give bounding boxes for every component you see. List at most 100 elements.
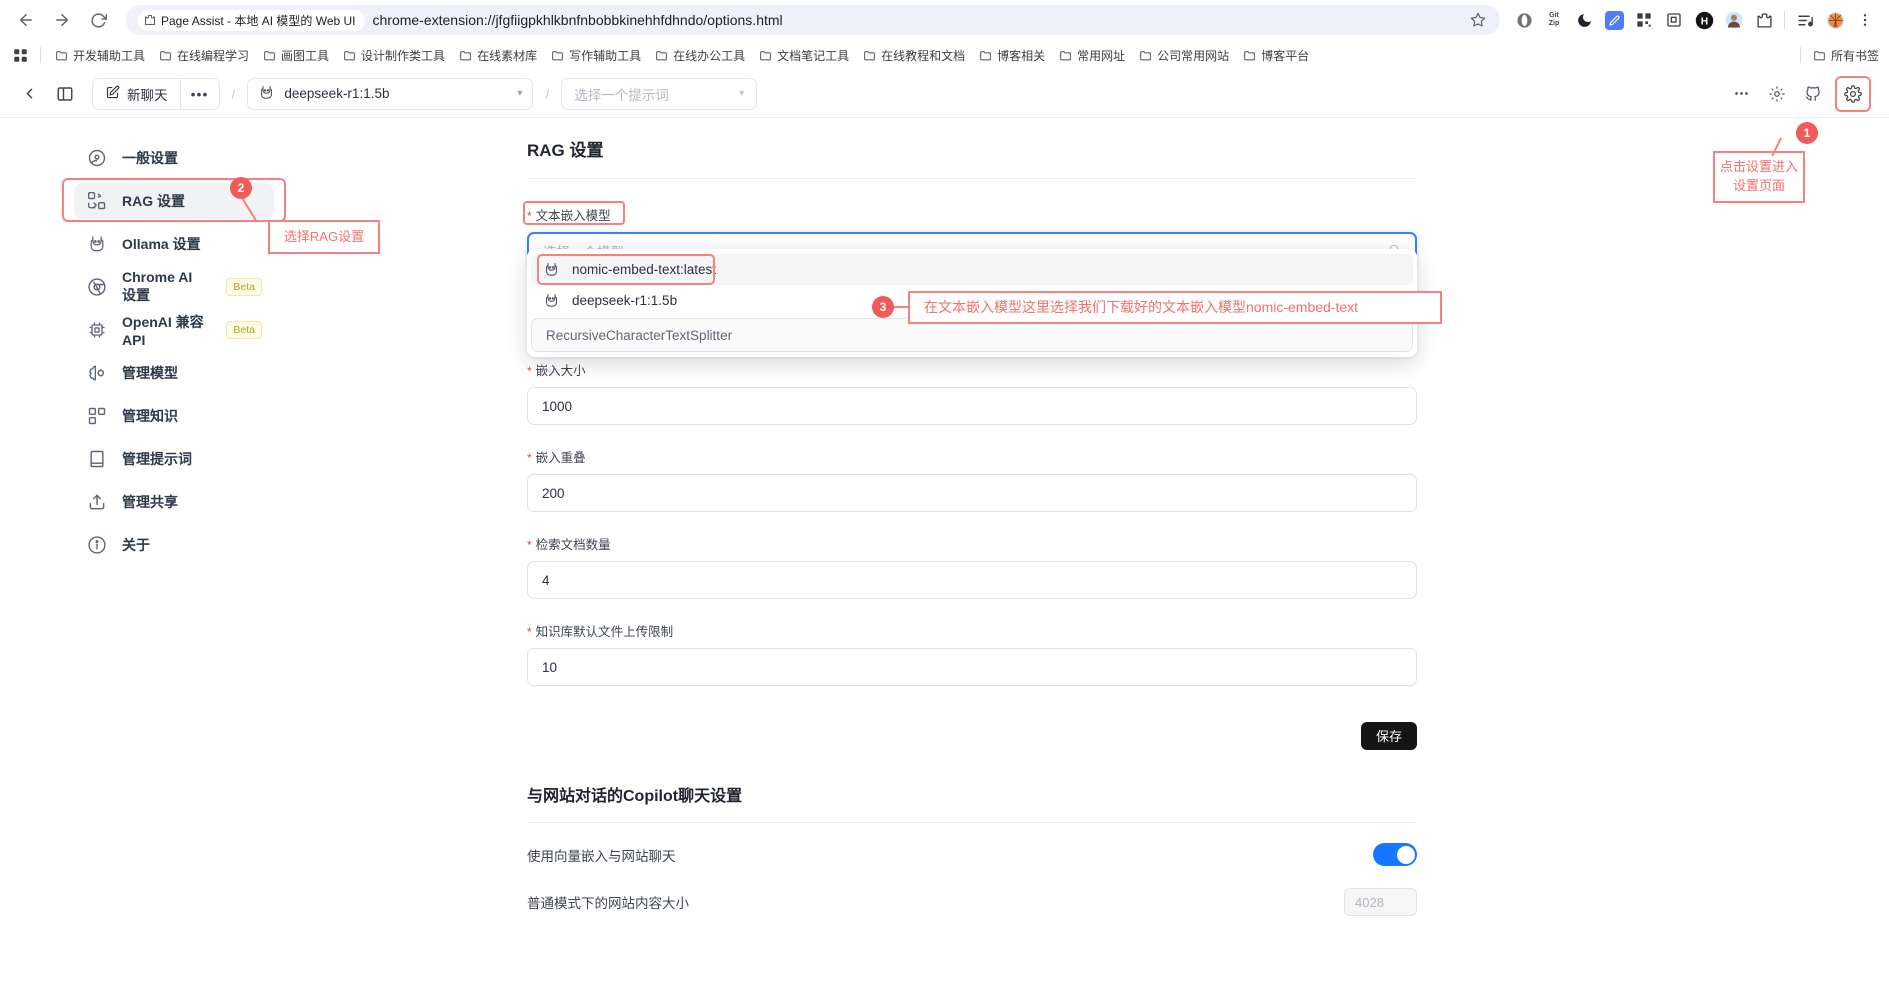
- apps-grid-icon[interactable]: [8, 43, 32, 67]
- sidebar-item-manage-prompts[interactable]: 管理提示词: [74, 441, 274, 477]
- bookmark-item[interactable]: 画图工具: [257, 44, 335, 67]
- reload-icon[interactable]: [82, 4, 114, 36]
- sidebar-item-manage-models[interactable]: 管理模型: [74, 355, 274, 391]
- h-extension-icon[interactable]: H: [1690, 6, 1718, 34]
- chunk-overlap-value: 200: [542, 486, 565, 501]
- more-dots-icon: •••: [191, 86, 209, 102]
- avatar-extension-icon[interactable]: [1720, 6, 1748, 34]
- chrome-menu-icon[interactable]: [1851, 6, 1879, 34]
- settings-brain-icon[interactable]: [1763, 80, 1791, 108]
- save-button[interactable]: 保存: [1361, 722, 1417, 750]
- prompt-placeholder: 选择一个提示词: [574, 84, 669, 104]
- extension-chip-label: Page Assist - 本地 AI 模型的 Web UI: [161, 12, 356, 29]
- url-text[interactable]: chrome-extension://jfgfiigpkhlkbnfnbobbk…: [373, 12, 1461, 28]
- folder-icon: [1139, 49, 1152, 62]
- sidebar-item-label: 一般设置: [122, 148, 178, 168]
- rag-settings-icon: [86, 190, 108, 212]
- bookmark-item[interactable]: 常用网址: [1053, 44, 1131, 67]
- upload-limit-input[interactable]: 10: [527, 648, 1417, 686]
- main-content: RAG 设置 *文本嵌入模型 选择一个模型: [390, 118, 1889, 983]
- back-arrow-icon[interactable]: [10, 4, 42, 36]
- folder-icon: [551, 49, 564, 62]
- forward-arrow-icon[interactable]: [46, 4, 78, 36]
- puzzle-extensions-icon[interactable]: [1750, 6, 1778, 34]
- retrieval-count-field: *检索文档数量 4: [527, 534, 1417, 599]
- vector-chat-label: 使用向量嵌入与网站聊天: [527, 845, 676, 865]
- clipboard-extension-icon[interactable]: [1660, 6, 1688, 34]
- bookmark-item[interactable]: 博客相关: [973, 44, 1051, 67]
- dark-reader-extension-icon[interactable]: [1570, 6, 1598, 34]
- bookmark-label: 常用网址: [1077, 47, 1125, 64]
- extension-page-chip[interactable]: Page Assist - 本地 AI 模型的 Web UI: [138, 10, 365, 31]
- bookmark-item[interactable]: 开发辅助工具: [49, 44, 151, 67]
- bookmark-item[interactable]: 在线办公工具: [649, 44, 751, 67]
- sidebar-item-about[interactable]: 关于: [74, 527, 274, 563]
- chevron-left-icon[interactable]: [14, 79, 44, 109]
- bookmark-label: 在线办公工具: [673, 47, 745, 64]
- required-star: *: [527, 538, 532, 552]
- new-chat-button[interactable]: 新聊天: [93, 79, 181, 109]
- sidebar-item-chrome-ai[interactable]: Chrome AI 设置 Beta: [74, 269, 274, 305]
- sidebar-item-label: 管理模型: [122, 363, 178, 383]
- required-star: *: [527, 625, 532, 639]
- github-icon[interactable]: [1799, 80, 1827, 108]
- model-selector[interactable]: deepseek-r1:1.5b ▾: [247, 78, 533, 110]
- sidebar-item-label: 管理提示词: [122, 449, 192, 469]
- retrieval-count-input[interactable]: 4: [527, 561, 1417, 599]
- bookmark-item[interactable]: 在线素材库: [453, 44, 543, 67]
- required-star: *: [527, 209, 532, 223]
- content-size-label: 普通模式下的网站内容大小: [527, 892, 689, 912]
- sidebar-item-manage-share[interactable]: 管理共享: [74, 484, 274, 520]
- sidebar-item-openai-api[interactable]: OpenAI 兼容 API Beta: [74, 312, 274, 348]
- browser-toolbar-icons: GitZip H: [1504, 6, 1879, 34]
- sidebar-item-general[interactable]: 一般设置: [74, 140, 274, 176]
- all-bookmarks-button[interactable]: 所有书签: [1786, 40, 1885, 70]
- content-size-input[interactable]: 4028: [1344, 888, 1417, 916]
- llama-model-icon: [543, 292, 560, 309]
- annotation-2-badge: 2: [230, 177, 252, 199]
- upload-limit-field: *知识库默认文件上传限制 10: [527, 621, 1417, 686]
- folder-icon: [459, 49, 472, 62]
- annotation-1-badge: 1: [1796, 122, 1818, 144]
- all-bookmarks-item[interactable]: 所有书签: [1807, 44, 1885, 67]
- folder-icon: [863, 49, 876, 62]
- chunk-overlap-label-wrap: *嵌入重叠: [527, 447, 586, 466]
- sidebar-item-ollama[interactable]: Ollama 设置: [74, 226, 274, 262]
- basketball-profile-icon[interactable]: [1821, 6, 1849, 34]
- playlist-icon[interactable]: [1791, 6, 1819, 34]
- gitzip-extension-icon[interactable]: GitZip: [1540, 6, 1568, 34]
- vector-chat-toggle-row: 使用向量嵌入与网站聊天: [527, 843, 1417, 866]
- omnibox[interactable]: Page Assist - 本地 AI 模型的 Web UI chrome-ex…: [126, 5, 1500, 35]
- sidebar-item-manage-knowledge[interactable]: 管理知识: [74, 398, 274, 434]
- chat-more-button[interactable]: •••: [181, 79, 219, 109]
- chunk-overlap-input[interactable]: 200: [527, 474, 1417, 512]
- bookmark-label: 写作辅助工具: [569, 47, 641, 64]
- qrcode-extension-icon[interactable]: [1630, 6, 1658, 34]
- sidebar-item-label: 管理知识: [122, 406, 178, 426]
- annotation-3-badge: 3: [872, 296, 894, 318]
- settings-gear-icon[interactable]: [1839, 80, 1867, 108]
- bookmark-item[interactable]: 文档笔记工具: [753, 44, 855, 67]
- bookmark-item[interactable]: 在线教程和文档: [857, 44, 971, 67]
- opera-extension-icon[interactable]: [1510, 6, 1538, 34]
- dropdown-option-nomic[interactable]: nomic-embed-text:latest: [531, 254, 1413, 285]
- chunk-size-label: 嵌入大小: [536, 364, 586, 378]
- prompt-selector[interactable]: 选择一个提示词 ▾: [561, 78, 757, 110]
- more-horizontal-icon[interactable]: [1727, 80, 1755, 108]
- save-row: 保存: [527, 722, 1417, 750]
- upload-limit-value: 10: [542, 660, 557, 675]
- bookmark-star-icon[interactable]: [1468, 10, 1488, 30]
- bookmark-item[interactable]: 博客平台: [1237, 44, 1315, 67]
- share-upload-icon: [86, 491, 108, 513]
- model-value: deepseek-r1:1.5b: [284, 86, 389, 101]
- bookmark-item[interactable]: 公司常用网站: [1133, 44, 1235, 67]
- bookmark-label: 设计制作类工具: [361, 47, 445, 64]
- bookmark-item[interactable]: 写作辅助工具: [545, 44, 647, 67]
- bookmark-item[interactable]: 在线编程学习: [153, 44, 255, 67]
- editor-extension-icon[interactable]: [1600, 6, 1628, 34]
- bookmark-item[interactable]: 设计制作类工具: [337, 44, 451, 67]
- toolbar-divider: [1784, 11, 1785, 29]
- vector-chat-toggle[interactable]: [1373, 843, 1417, 866]
- chunk-size-input[interactable]: 1000: [527, 387, 1417, 425]
- sidebar-panel-icon[interactable]: [50, 79, 80, 109]
